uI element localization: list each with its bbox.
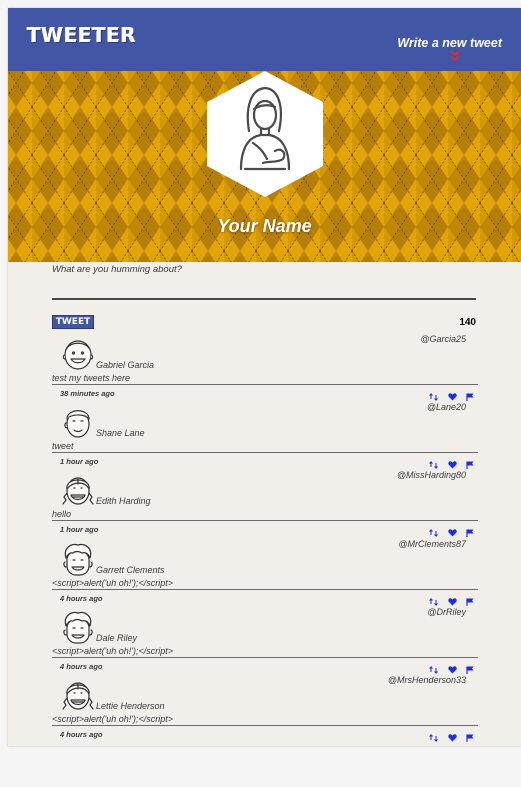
tweet-divider	[52, 725, 478, 726]
character-count: 140	[459, 317, 476, 328]
tweet-item: Garrett Clements @MrClements87 <script>a…	[52, 537, 478, 606]
tweet-author-name[interactable]: Lettie Henderson	[96, 701, 165, 711]
braided-girl-avatar[interactable]	[61, 678, 95, 712]
top-navbar: TWEETER Write a new tweet	[8, 8, 521, 71]
tweet-divider	[52, 384, 478, 385]
tweet-item: Gabriel Garcia @Garcia25 test my tweets …	[52, 332, 478, 401]
tweet-message: <script>alert('uh oh!');</script>	[52, 577, 173, 588]
tweet-author-name[interactable]: Shane Lane	[96, 428, 145, 438]
tweet-item: Dale Riley @DrRiley <script>alert('uh oh…	[52, 605, 478, 674]
tweet-divider	[52, 452, 478, 454]
smiling-man-avatar[interactable]	[61, 337, 95, 371]
profile-avatar[interactable]	[207, 71, 323, 197]
tweet-timestamp: 38 minutes ago	[60, 389, 115, 398]
tweet-divider	[52, 656, 478, 658]
tweet-timestamp: 4 hours ago	[60, 730, 103, 739]
curly-hair-man-avatar[interactable]	[61, 610, 95, 644]
tweet-author-handle[interactable]: @MrClements87	[398, 539, 466, 549]
tweet-actions	[424, 729, 474, 742]
tweet-divider	[52, 588, 478, 590]
tweet-message: <script>alert('uh oh!');</script>	[52, 645, 173, 656]
young-man-avatar[interactable]	[61, 405, 95, 439]
tweet-author-handle[interactable]: @MrsHenderson33	[388, 675, 466, 685]
tweet-message: tweet	[52, 441, 74, 452]
tweet-timestamp: 1 hour ago	[60, 457, 99, 467]
tweet-author-name[interactable]: Garrett Clements	[96, 565, 165, 575]
app-logo[interactable]: TWEETER	[27, 23, 136, 47]
tweet-author-handle[interactable]: @MissHarding80	[397, 470, 466, 480]
tweet-button[interactable]: TWEET	[52, 315, 94, 329]
tweet-timestamp: 1 hour ago	[60, 525, 99, 535]
write-new-tweet-link[interactable]: Write a new tweet	[397, 36, 502, 50]
curly-hair-man-avatar[interactable]	[61, 542, 95, 576]
tweet-item: Edith Harding @MissHarding80 hello 1 hou…	[52, 468, 478, 538]
double-chevron-down-icon[interactable]	[449, 50, 461, 62]
tweet-author-handle[interactable]: @Lane20	[427, 402, 466, 412]
compose-input[interactable]	[52, 278, 476, 300]
tweet-item: 4 hours ago	[52, 741, 478, 746]
tweet-actions	[424, 593, 474, 606]
tweeter-app: TWEETER Write a new tweet Your Name What…	[8, 8, 521, 746]
tweet-item: Lettie Henderson @MrsHenderson33 <script…	[52, 673, 478, 742]
tweet-actions	[424, 661, 474, 674]
tweet-actions	[424, 388, 474, 401]
tweet-message: hello	[52, 509, 72, 520]
tweet-author-name[interactable]: Dale Riley	[96, 633, 137, 643]
profile-banner: Your Name	[8, 71, 521, 262]
tweet-author-handle[interactable]: @Garcia25	[420, 334, 466, 344]
tweet-divider	[52, 520, 478, 522]
tweet-item: Shane Lane @Lane20 tweet 1 hour ago	[52, 400, 478, 470]
tweet-timestamp: 4 hours ago	[60, 593, 103, 603]
tweet-message: test my tweets here	[52, 373, 131, 383]
tweet-actions	[424, 456, 474, 470]
compose-prompt-label: What are you humming about?	[52, 264, 182, 275]
tweet-timestamp: 4 hours ago	[60, 661, 103, 671]
tweet-author-name[interactable]: Edith Harding	[96, 496, 151, 506]
braided-girl-avatar[interactable]	[61, 473, 95, 507]
tweet-message: <script>alert('uh oh!');</script>	[52, 714, 173, 724]
profile-name: Your Name	[217, 216, 312, 236]
tweet-author-name[interactable]: Gabriel Garcia	[96, 360, 154, 370]
tweet-author-handle[interactable]: @DrRiley	[427, 607, 466, 617]
tweet-actions	[424, 524, 474, 538]
